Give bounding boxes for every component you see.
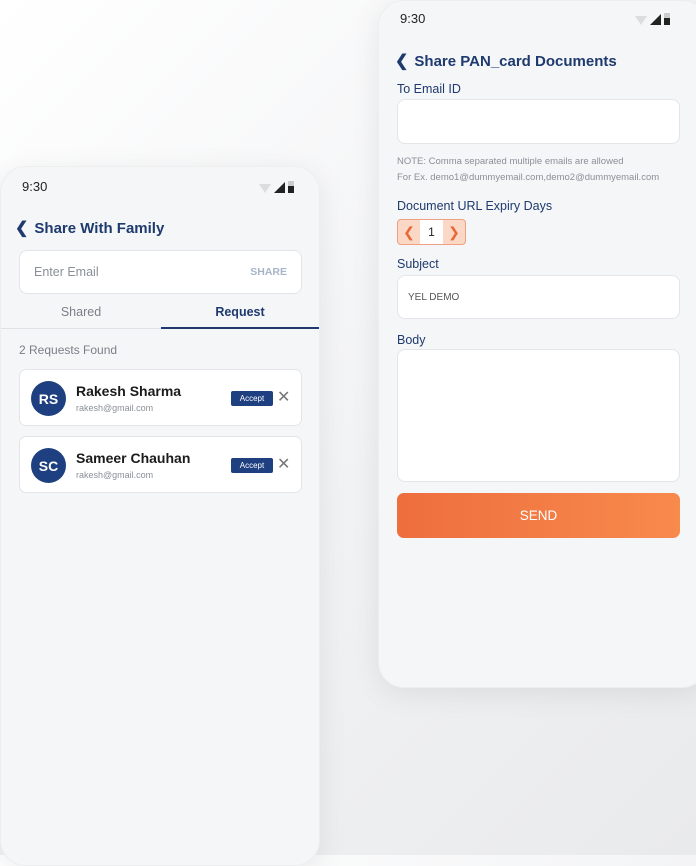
note-text: NOTE: Comma separated multiple emails ar…	[397, 156, 624, 167]
share-button[interactable]: SHARE	[250, 266, 287, 278]
request-name: Rakesh Sharma	[76, 383, 182, 399]
back-chevron-icon[interactable]: ❮	[15, 218, 28, 238]
email-input[interactable]: Enter Email SHARE	[19, 250, 302, 294]
to-email-label: To Email ID	[397, 82, 461, 96]
page-title: Share With Family	[34, 219, 165, 237]
page-title: Share PAN_card Documents	[414, 52, 617, 70]
tab-active-underline	[161, 327, 319, 329]
request-card: SC Sameer Chauhan rakesh@gmail.com Accep…	[19, 436, 302, 493]
email-placeholder: Enter Email	[34, 265, 99, 279]
body-label: Body	[397, 333, 426, 347]
expiry-label: Document URL Expiry Days	[397, 199, 553, 213]
request-name: Sameer Chauhan	[76, 450, 191, 466]
avatar: RS	[31, 381, 66, 416]
tab-divider	[1, 328, 161, 329]
subject-label: Subject	[397, 257, 439, 271]
close-icon[interactable]: ✕	[277, 454, 290, 474]
expiry-value[interactable]: 1	[420, 220, 443, 244]
to-email-input[interactable]	[397, 99, 680, 144]
battery-icon	[288, 181, 294, 193]
back-chevron-icon[interactable]: ❮	[395, 51, 408, 71]
back-header[interactable]: ❮ Share With Family	[15, 218, 164, 238]
results-count: 2 Requests Found	[19, 343, 118, 357]
avatar: SC	[31, 448, 66, 483]
status-icons	[635, 13, 670, 25]
wifi-icon	[259, 184, 271, 193]
request-card: RS Rakesh Sharma rakesh@gmail.com Accept…	[19, 369, 302, 426]
back-header[interactable]: ❮ Share PAN_card Documents	[395, 51, 617, 71]
note-example: For Ex. demo1@dummyemail.com,demo2@dummy…	[397, 172, 660, 183]
body-textarea[interactable]	[397, 349, 680, 482]
tab-shared[interactable]: Shared	[1, 305, 161, 319]
battery-icon	[664, 13, 670, 25]
request-email: rakesh@gmail.com	[76, 403, 154, 413]
subject-value: YEL DEMO	[408, 292, 460, 303]
accept-button[interactable]: Accept	[231, 458, 273, 473]
share-documents-screen: 9:30 ❮ Share PAN_card Documents To Email…	[378, 0, 696, 688]
wifi-icon	[635, 16, 647, 25]
increment-chevron-icon[interactable]: ❯	[443, 220, 465, 244]
status-time: 9:30	[400, 11, 426, 26]
signal-icon	[274, 182, 285, 193]
status-icons	[259, 181, 294, 193]
subject-input[interactable]: YEL DEMO	[397, 275, 680, 319]
share-with-family-screen: 9:30 ❮ Share With Family Enter Email SHA…	[0, 166, 320, 866]
decrement-chevron-icon[interactable]: ❮	[398, 220, 420, 244]
send-button[interactable]: SEND	[397, 493, 680, 538]
tab-request[interactable]: Request	[161, 305, 319, 319]
status-time: 9:30	[22, 179, 48, 194]
accept-button[interactable]: Accept	[231, 391, 273, 406]
expiry-stepper: ❮ 1 ❯	[397, 219, 466, 245]
close-icon[interactable]: ✕	[277, 387, 290, 407]
request-email: rakesh@gmail.com	[76, 470, 154, 480]
signal-icon	[650, 14, 661, 25]
